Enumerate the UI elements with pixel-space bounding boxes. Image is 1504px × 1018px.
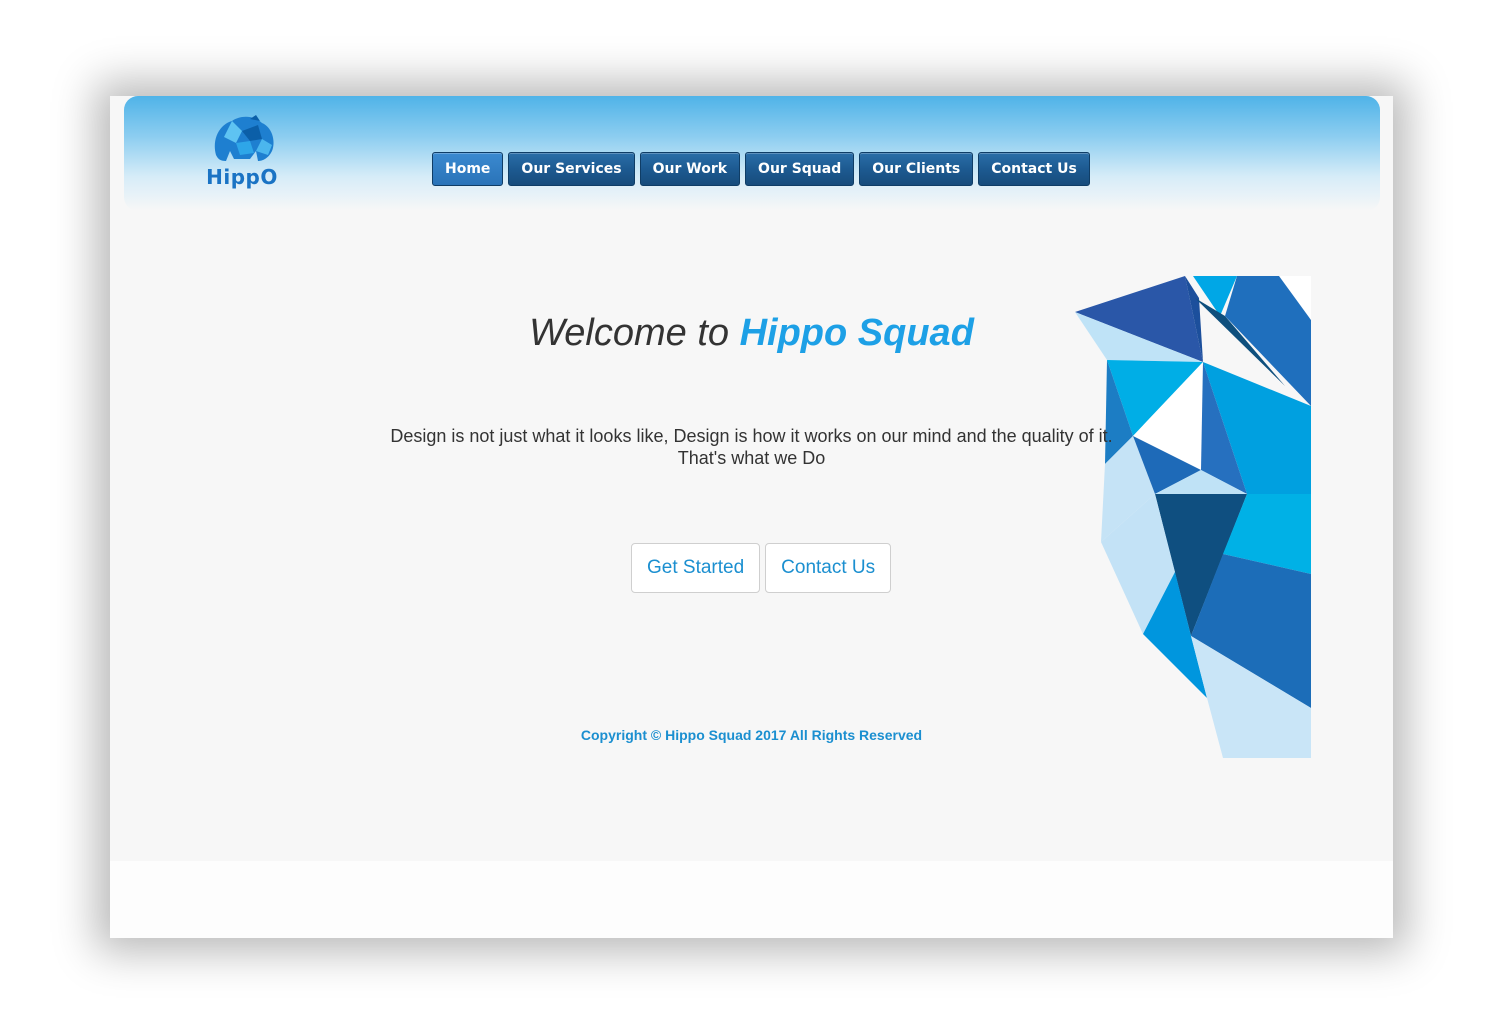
logo[interactable]: HippO: [206, 111, 278, 191]
nav-contact-us[interactable]: Contact Us: [978, 152, 1090, 186]
welcome-brand: Hippo Squad: [739, 312, 974, 354]
hippo-logo-icon: [214, 115, 274, 161]
tagline-line-1: Design is not just what it looks like, D…: [390, 426, 1113, 446]
cta-row: Get Started Contact Us: [631, 543, 892, 593]
nav-our-clients[interactable]: Our Clients: [859, 152, 974, 186]
browser-frame: HippO Home Our Services Our Work Our Squ…: [110, 96, 1393, 938]
copyright-text: Copyright © Hippo Squad 2017 All Rights …: [580, 727, 923, 743]
tagline-line-2: That's what we Do: [677, 448, 826, 468]
nav-home[interactable]: Home: [432, 152, 504, 186]
tagline: Design is not just what it looks like, D…: [110, 425, 1393, 469]
nav-our-squad[interactable]: Our Squad: [745, 152, 855, 186]
contact-us-button[interactable]: Contact Us: [765, 543, 892, 593]
nav-our-services[interactable]: Our Services: [508, 152, 635, 186]
site-header: HippO Home Our Services Our Work Our Squ…: [124, 96, 1380, 211]
main-nav: Home Our Services Our Work Our Squad Our…: [432, 152, 1090, 186]
welcome-heading: Welcome to Hippo Squad: [110, 312, 1393, 355]
welcome-prefix: Welcome to: [529, 312, 730, 354]
nav-our-work[interactable]: Our Work: [639, 152, 741, 186]
get-started-button[interactable]: Get Started: [631, 543, 761, 593]
logo-text: HippO: [206, 165, 278, 189]
page: HippO Home Our Services Our Work Our Squ…: [110, 96, 1393, 861]
